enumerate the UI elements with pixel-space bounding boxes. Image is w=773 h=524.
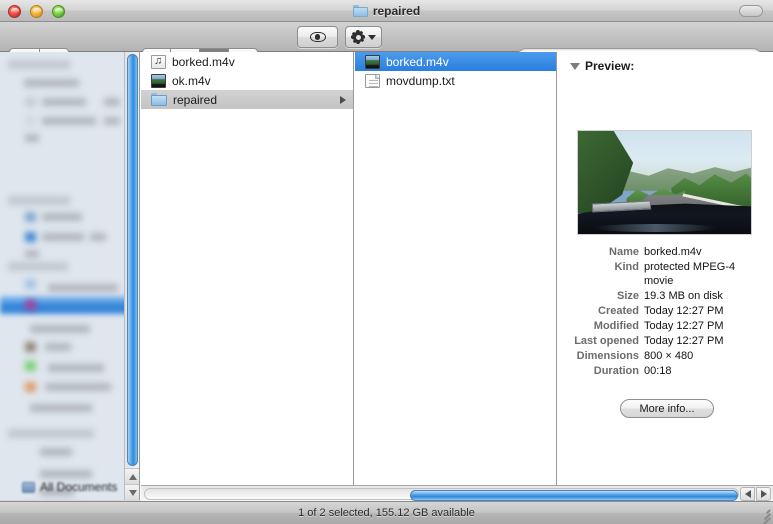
scroll-left-button[interactable] — [740, 487, 755, 501]
window-body: All Documents borked.m4v ok.m4v — [0, 52, 773, 500]
metadata-key: Kind — [614, 261, 639, 273]
file-name: movdump.txt — [386, 73, 455, 88]
metadata-key: Name — [609, 246, 639, 258]
metadata-list: Name borked.m4v Kind protected MPEG‑4 mo… — [566, 245, 766, 379]
metadata-key: Dimensions — [576, 350, 639, 362]
metadata-key: Size — [616, 290, 639, 302]
folder-icon — [352, 5, 368, 17]
sidebar-item-label: All Documents — [40, 480, 118, 494]
metadata-row: Size 19.3 MB on disk — [566, 289, 766, 303]
more-info-button[interactable]: More info... — [620, 399, 714, 418]
metadata-row: Modified Today 12:27 PM — [566, 319, 766, 333]
column-one[interactable]: borked.m4v ok.m4v repaired — [141, 52, 354, 500]
disclosure-triangle-down-icon[interactable] — [570, 62, 580, 70]
metadata-key: Created — [598, 305, 639, 317]
sidebar-scroll-up-button[interactable] — [125, 468, 139, 484]
resize-grip-icon[interactable] — [757, 506, 771, 524]
file-name: borked.m4v — [386, 54, 449, 69]
list-item[interactable]: borked.m4v — [355, 52, 556, 71]
file-name: borked.m4v — [172, 54, 235, 69]
metadata-value: Today 12:27 PM — [644, 305, 724, 317]
file-name: repaired — [173, 92, 218, 107]
close-button[interactable] — [8, 5, 21, 18]
metadata-value: protected MPEG‑4 movie — [644, 261, 736, 287]
metadata-row: Last opened Today 12:27 PM — [566, 334, 766, 348]
metadata-row: Duration 00:18 — [566, 364, 766, 378]
file-name: ok.m4v — [172, 73, 211, 88]
toolbar-toggle-button[interactable] — [739, 5, 763, 17]
column-two[interactable]: borked.m4v movdump.txt — [355, 52, 557, 500]
sidebar-item-all-documents[interactable]: All Documents — [22, 480, 117, 494]
minimize-button[interactable] — [30, 5, 43, 18]
chevron-down-icon — [368, 34, 376, 40]
sidebar-selected-item[interactable] — [0, 296, 139, 314]
horizontal-scroll-thumb[interactable] — [410, 490, 738, 501]
list-item[interactable]: borked.m4v — [141, 52, 353, 71]
preview-header[interactable]: Preview: — [558, 52, 773, 77]
metadata-key: Modified — [593, 320, 639, 332]
preview-thumbnail — [577, 130, 752, 235]
finder-window: repaired All Documents ♫ borked.m4v ok.m… — [0, 0, 773, 524]
movie-file-icon — [151, 73, 166, 88]
horizontal-scrollbar[interactable] — [141, 485, 773, 501]
scroll-up-arrow-icon — [128, 473, 137, 480]
audio-file-icon — [151, 54, 166, 69]
metadata-value: Today 12:27 PM — [644, 320, 724, 332]
metadata-value: 800 × 480 — [644, 350, 694, 362]
status-text: 1 of 2 selected, 155.12 GB available — [298, 507, 475, 519]
scroll-right-arrow-icon — [760, 490, 767, 498]
metadata-value: 00:18 — [644, 365, 672, 377]
window-title: repaired — [372, 4, 421, 18]
scroll-left-arrow-icon — [744, 490, 751, 498]
sidebar-scroll-down-button[interactable] — [125, 484, 139, 500]
quicklook-button[interactable] — [297, 26, 338, 48]
list-item[interactable]: ok.m4v — [141, 71, 353, 90]
metadata-value: borked.m4v — [644, 246, 702, 258]
movie-file-icon — [365, 54, 380, 69]
scroll-down-arrow-icon — [128, 489, 137, 496]
status-bar: 1 of 2 selected, 155.12 GB available — [0, 501, 773, 524]
metadata-value: Today 12:27 PM — [644, 335, 724, 347]
all-documents-icon — [22, 481, 35, 493]
action-menu-button[interactable] — [345, 26, 382, 48]
list-item[interactable]: repaired — [141, 90, 353, 109]
eye-icon — [309, 32, 326, 42]
folder-icon — [151, 93, 167, 106]
title-bar: repaired — [0, 0, 773, 22]
metadata-key: Last opened — [574, 335, 639, 347]
metadata-row: Created Today 12:27 PM — [566, 304, 766, 318]
metadata-value: 19.3 MB on disk — [644, 290, 723, 302]
window-title-group: repaired — [0, 0, 773, 22]
list-item[interactable]: movdump.txt — [355, 71, 556, 90]
metadata-row: Dimensions 800 × 480 — [566, 349, 766, 363]
preview-title: Preview: — [585, 59, 635, 73]
scroll-right-button[interactable] — [756, 487, 771, 501]
sidebar-scrollbar[interactable] — [124, 52, 139, 500]
metadata-key: Duration — [593, 365, 639, 377]
metadata-row: Kind protected MPEG‑4 movie — [566, 260, 766, 288]
text-file-icon — [365, 73, 380, 88]
toolbar — [0, 22, 773, 70]
sidebar-scroll-thumb[interactable] — [127, 54, 138, 466]
sidebar[interactable]: All Documents — [0, 52, 140, 500]
metadata-row: Name borked.m4v — [566, 245, 766, 259]
zoom-button[interactable] — [52, 5, 65, 18]
chevron-right-icon — [340, 96, 346, 104]
horizontal-scroll-track[interactable] — [144, 488, 739, 501]
gear-icon — [351, 30, 365, 44]
